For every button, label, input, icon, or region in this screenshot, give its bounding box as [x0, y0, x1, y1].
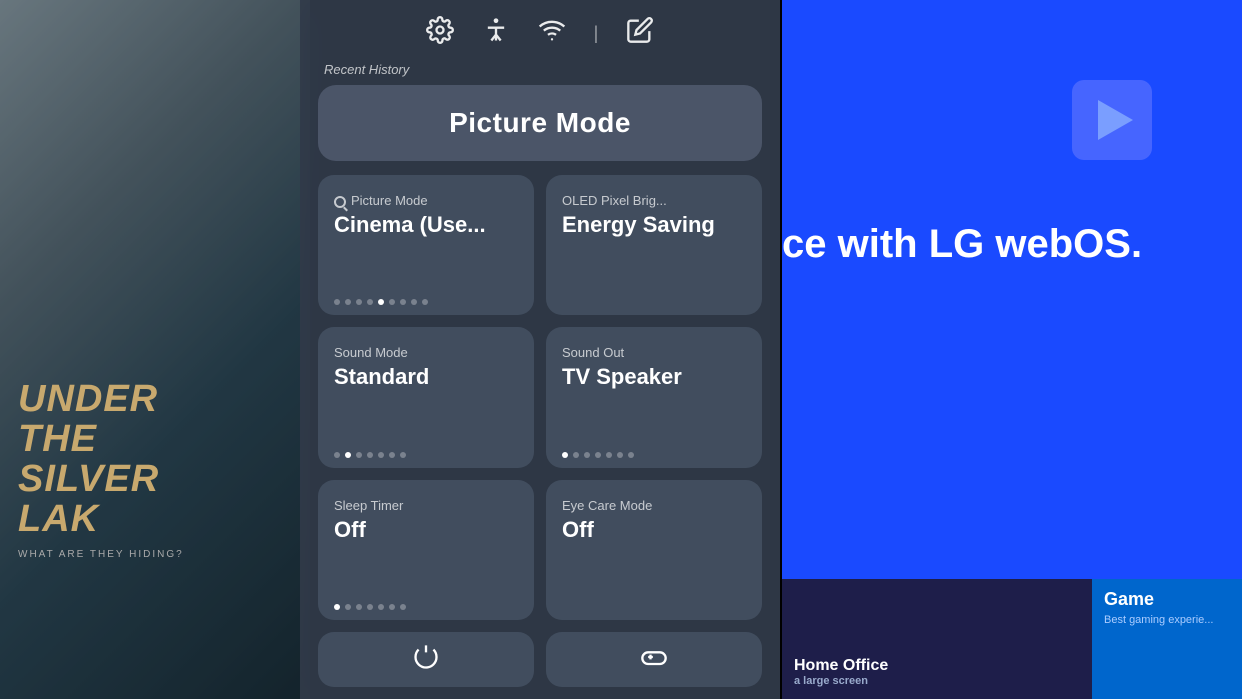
- search-icon: [334, 196, 346, 208]
- dot: [595, 452, 601, 458]
- icon-divider: |: [594, 23, 599, 44]
- top-icons-row: |: [318, 0, 762, 60]
- dot: [400, 604, 406, 610]
- webos-headline-text: ce with LG webOS.: [782, 222, 1142, 266]
- dot: [400, 452, 406, 458]
- accessibility-icon[interactable]: [482, 16, 510, 50]
- bottom-partial-row: [318, 632, 762, 699]
- sound-out-value: TV Speaker: [562, 364, 746, 443]
- sound-mode-value: Standard: [334, 364, 518, 443]
- dot: [378, 452, 384, 458]
- home-office-panel[interactable]: Home Office a large screen: [782, 579, 1092, 699]
- game-panel-label: Game: [1104, 589, 1154, 610]
- eye-care-value: Off: [562, 517, 746, 602]
- dot-active: [562, 452, 568, 458]
- sound-out-label: Sound Out: [562, 345, 746, 360]
- settings-icon[interactable]: [426, 16, 454, 50]
- edit-icon[interactable]: [626, 16, 654, 50]
- sleep-timer-dots: [334, 604, 518, 610]
- wifi-icon[interactable]: [538, 16, 566, 50]
- movie-title-line3: SILVER: [18, 458, 159, 500]
- picture-mode-dots: [334, 299, 518, 305]
- sound-mode-label: Sound Mode: [334, 345, 518, 360]
- dot: [422, 299, 428, 305]
- dot: [378, 604, 384, 610]
- bg-left-overlay: [0, 0, 310, 699]
- picture-mode-value: Cinema (Use...: [334, 212, 518, 291]
- dot: [367, 452, 373, 458]
- power-icon: [412, 643, 440, 677]
- dot: [389, 604, 395, 610]
- picture-mode-hero-button[interactable]: Picture Mode: [318, 85, 762, 161]
- game-panel-sub: Best gaming experie...: [1104, 614, 1213, 626]
- game-panel[interactable]: Game Best gaming experie...: [1092, 579, 1242, 699]
- sleep-timer-label: Sleep Timer: [334, 498, 518, 513]
- picture-mode-card[interactable]: Picture Mode Cinema (Use...: [318, 175, 534, 315]
- dot: [334, 299, 340, 305]
- sound-mode-dots: [334, 452, 518, 458]
- dot: [356, 604, 362, 610]
- play-button[interactable]: [1072, 80, 1152, 160]
- sound-out-dots: [562, 452, 746, 458]
- webos-headline: ce with LG webOS.: [782, 220, 1222, 268]
- dot: [573, 452, 579, 458]
- eye-care-label: Eye Care Mode: [562, 498, 746, 513]
- oled-brightness-label: OLED Pixel Brig...: [562, 193, 746, 208]
- sound-out-card[interactable]: Sound Out TV Speaker: [546, 327, 762, 467]
- home-office-text: Home Office a large screen: [794, 657, 888, 687]
- quick-settings-panel: | Recent History Picture Mode Picture Mo…: [300, 0, 780, 699]
- gamepad-card[interactable]: [546, 632, 762, 687]
- power-card[interactable]: [318, 632, 534, 687]
- movie-title: UNDER THE SILVER LAK WHAT ARE THEY HIDIN…: [18, 380, 184, 560]
- dot: [334, 452, 340, 458]
- oled-brightness-value: Energy Saving: [562, 212, 746, 297]
- movie-title-line2: THE: [18, 418, 97, 460]
- movie-title-line1: UNDER: [18, 378, 158, 420]
- dot: [411, 299, 417, 305]
- recent-history-label: Recent History: [318, 60, 762, 85]
- dot: [389, 299, 395, 305]
- dot: [584, 452, 590, 458]
- dot: [389, 452, 395, 458]
- movie-title-line4: LAK: [18, 498, 99, 540]
- bottom-panels: Home Office a large screen Game Best gam…: [782, 579, 1242, 699]
- sleep-timer-card[interactable]: Sleep Timer Off: [318, 480, 534, 620]
- dot: [617, 452, 623, 458]
- movie-subtitle: WHAT ARE THEY HIDING?: [18, 550, 184, 561]
- oled-brightness-card[interactable]: OLED Pixel Brig... Energy Saving: [546, 175, 762, 315]
- eye-care-mode-card[interactable]: Eye Care Mode Off: [546, 480, 762, 620]
- dot: [400, 299, 406, 305]
- dot-active: [334, 604, 340, 610]
- dot: [345, 299, 351, 305]
- dot: [367, 299, 373, 305]
- settings-grid: Picture Mode Cinema (Use... OLED Pixel B…: [318, 175, 762, 620]
- gamepad-icon: [640, 643, 668, 677]
- dot-active: [378, 299, 384, 305]
- sound-mode-card[interactable]: Sound Mode Standard: [318, 327, 534, 467]
- dot: [628, 452, 634, 458]
- play-icon: [1098, 100, 1133, 140]
- dot: [356, 299, 362, 305]
- home-office-label: Home Office: [794, 657, 888, 675]
- sleep-timer-value: Off: [334, 517, 518, 596]
- dot: [606, 452, 612, 458]
- dot: [356, 452, 362, 458]
- home-office-sub: a large screen: [794, 675, 888, 687]
- picture-mode-label: Picture Mode: [334, 193, 518, 208]
- dot-active: [345, 452, 351, 458]
- dot: [367, 604, 373, 610]
- picture-mode-hero-text: Picture Mode: [449, 107, 631, 138]
- dot: [345, 604, 351, 610]
